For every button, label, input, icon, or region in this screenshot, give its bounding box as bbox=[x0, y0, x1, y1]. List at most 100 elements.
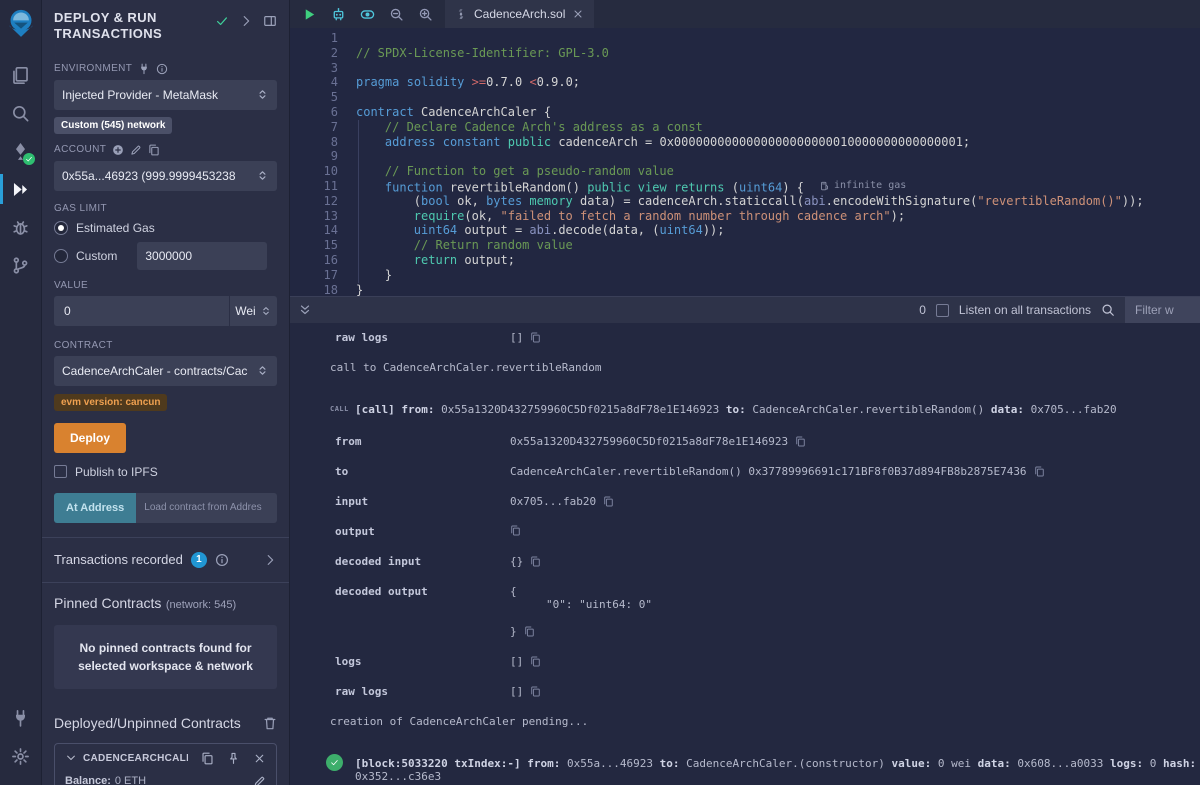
log-field-row: toCadenceArchCaler.revertibleRandom() 0x… bbox=[330, 465, 1200, 478]
pinned-contracts-title: Pinned Contracts bbox=[54, 595, 161, 611]
log-field-row: raw logs[] bbox=[330, 685, 1200, 698]
copy-icon[interactable] bbox=[530, 556, 541, 567]
deployed-contract-card: CADENCEARCHCALER AT 0X Balance: 0 ETH ca… bbox=[54, 743, 277, 785]
code-line: 3 bbox=[290, 61, 1200, 76]
gas-pump-icon bbox=[820, 181, 830, 191]
chevron-down-icon[interactable] bbox=[65, 752, 77, 764]
success-check-icon bbox=[326, 754, 343, 771]
publish-ipfs-checkbox[interactable] bbox=[54, 465, 67, 478]
listen-all-checkbox[interactable] bbox=[936, 304, 949, 317]
deployed-contract-title: CADENCEARCHCALER AT 0X bbox=[83, 753, 188, 764]
log-field-row: raw logs[] bbox=[330, 331, 1200, 344]
copy-icon[interactable] bbox=[201, 752, 214, 765]
no-pinned-contracts-message: No pinned contracts found for selected w… bbox=[54, 625, 277, 689]
info-icon[interactable] bbox=[156, 63, 168, 75]
tab-label: CadenceArch.sol bbox=[474, 7, 565, 21]
terminal-toolbar: 0 Listen on all transactions bbox=[290, 296, 1200, 323]
search-icon[interactable] bbox=[1101, 303, 1115, 317]
value-unit-select[interactable]: Wei bbox=[229, 296, 277, 326]
check-icon[interactable] bbox=[215, 14, 229, 28]
code-line: 5 bbox=[290, 90, 1200, 105]
listen-all-label: Listen on all transactions bbox=[959, 303, 1091, 317]
toggle-icon[interactable] bbox=[360, 7, 375, 22]
copy-icon[interactable] bbox=[795, 436, 806, 447]
solidity-compiler-icon[interactable] bbox=[0, 132, 42, 170]
copy-account-icon[interactable] bbox=[148, 144, 160, 156]
account-select[interactable]: 0x55a...46923 (999.9999453238 bbox=[54, 161, 277, 191]
double-chevron-down-icon[interactable] bbox=[298, 303, 312, 317]
log-field-row: output bbox=[330, 525, 1200, 538]
value-input[interactable] bbox=[54, 296, 229, 326]
copy-icon[interactable] bbox=[510, 525, 521, 536]
zoom-in-icon[interactable] bbox=[418, 7, 433, 22]
ai-assistant-icon[interactable] bbox=[331, 7, 346, 22]
plug-icon[interactable] bbox=[138, 63, 150, 75]
copy-icon[interactable] bbox=[524, 626, 535, 637]
copy-icon[interactable] bbox=[530, 656, 541, 667]
balance-value: 0 ETH bbox=[115, 775, 146, 785]
run-script-icon[interactable] bbox=[302, 7, 317, 22]
log-field-row: input0x705...fab20 bbox=[330, 495, 1200, 508]
deploy-button[interactable]: Deploy bbox=[54, 423, 126, 453]
pin-icon[interactable] bbox=[227, 752, 240, 765]
custom-gas-input[interactable] bbox=[137, 242, 267, 270]
icon-rail bbox=[0, 0, 42, 785]
remix-ide-window: DEPLOY & RUN TRANSACTIONS ENVIRONMENT In… bbox=[0, 0, 1200, 785]
compile-success-badge bbox=[23, 153, 35, 165]
panel-header: DEPLOY & RUN TRANSACTIONS bbox=[42, 0, 289, 49]
code-editor[interactable]: 12// SPDX-License-Identifier: GPL-3.034p… bbox=[290, 28, 1200, 296]
search-icon[interactable] bbox=[0, 94, 42, 132]
copy-icon[interactable] bbox=[530, 332, 541, 343]
zoom-out-icon[interactable] bbox=[389, 7, 404, 22]
sign-message-icon[interactable] bbox=[130, 144, 142, 156]
tab-cadencearch[interactable]: CadenceArch.sol bbox=[445, 0, 594, 28]
log-field-row: from0x55a1320D432759960C5Df0215a8dF78e1E… bbox=[330, 435, 1200, 448]
close-icon[interactable] bbox=[253, 752, 266, 765]
stepper-icon bbox=[256, 169, 269, 182]
panel-title: DEPLOY & RUN TRANSACTIONS bbox=[54, 10, 204, 43]
log-field-row-multiline: decoded output{"0": "uint64: 0"} bbox=[330, 585, 1200, 638]
contract-label: CONTRACT bbox=[54, 340, 113, 351]
code-line: 1 bbox=[290, 31, 1200, 46]
file-explorer-icon[interactable] bbox=[0, 56, 42, 94]
at-address-button[interactable]: At Address bbox=[54, 493, 136, 523]
environment-select[interactable]: Injected Provider - MetaMask bbox=[54, 80, 277, 110]
copy-icon[interactable] bbox=[530, 686, 541, 697]
copy-icon[interactable] bbox=[603, 496, 614, 507]
stepper-icon bbox=[256, 364, 269, 377]
rail-bottom-group bbox=[0, 699, 41, 775]
indent-guide bbox=[358, 120, 359, 283]
at-address-input[interactable] bbox=[136, 493, 277, 523]
pencil-icon[interactable] bbox=[253, 775, 266, 785]
info-icon[interactable] bbox=[215, 553, 229, 567]
code-line: 14 uint64 output = abi.decode(data, (uin… bbox=[290, 223, 1200, 238]
estimated-gas-label: Estimated Gas bbox=[76, 221, 155, 235]
stepper-icon bbox=[260, 305, 272, 317]
copy-icon[interactable] bbox=[1034, 466, 1045, 477]
code-line: 12 (bool ok, bytes memory data) = cadenc… bbox=[290, 194, 1200, 209]
code-line: 16 return output; bbox=[290, 253, 1200, 268]
rail-top-group bbox=[0, 56, 41, 284]
close-tab-icon[interactable] bbox=[572, 8, 584, 20]
pin-panel-icon[interactable] bbox=[263, 14, 277, 28]
add-account-icon[interactable] bbox=[112, 144, 124, 156]
trash-icon[interactable] bbox=[263, 716, 277, 730]
git-branch-icon[interactable] bbox=[0, 246, 42, 284]
code-line: 4pragma solidity >=0.7.0 <0.9.0; bbox=[290, 75, 1200, 90]
contract-select[interactable]: CadenceArchCaler - contracts/Cac bbox=[54, 356, 277, 386]
editor-tabbar: CadenceArch.sol bbox=[290, 0, 1200, 28]
call-log-row: call[call] from: 0x55a1320D432759960C5Df… bbox=[330, 403, 1200, 416]
log-field-row: logs[] bbox=[330, 655, 1200, 668]
environment-label: ENVIRONMENT bbox=[54, 63, 132, 74]
custom-gas-radio[interactable] bbox=[54, 249, 68, 263]
pinned-network-suffix: (network: 545) bbox=[166, 599, 236, 611]
estimated-gas-radio[interactable] bbox=[54, 221, 68, 235]
debugger-icon[interactable] bbox=[0, 208, 42, 246]
deploy-run-icon[interactable] bbox=[0, 170, 42, 208]
settings-icon[interactable] bbox=[0, 737, 42, 775]
plugin-manager-icon[interactable] bbox=[0, 699, 42, 737]
chevron-right-icon[interactable] bbox=[263, 553, 277, 567]
remix-logo-icon bbox=[6, 8, 36, 38]
chevron-right-icon[interactable] bbox=[239, 14, 253, 28]
filter-input[interactable] bbox=[1125, 297, 1200, 323]
